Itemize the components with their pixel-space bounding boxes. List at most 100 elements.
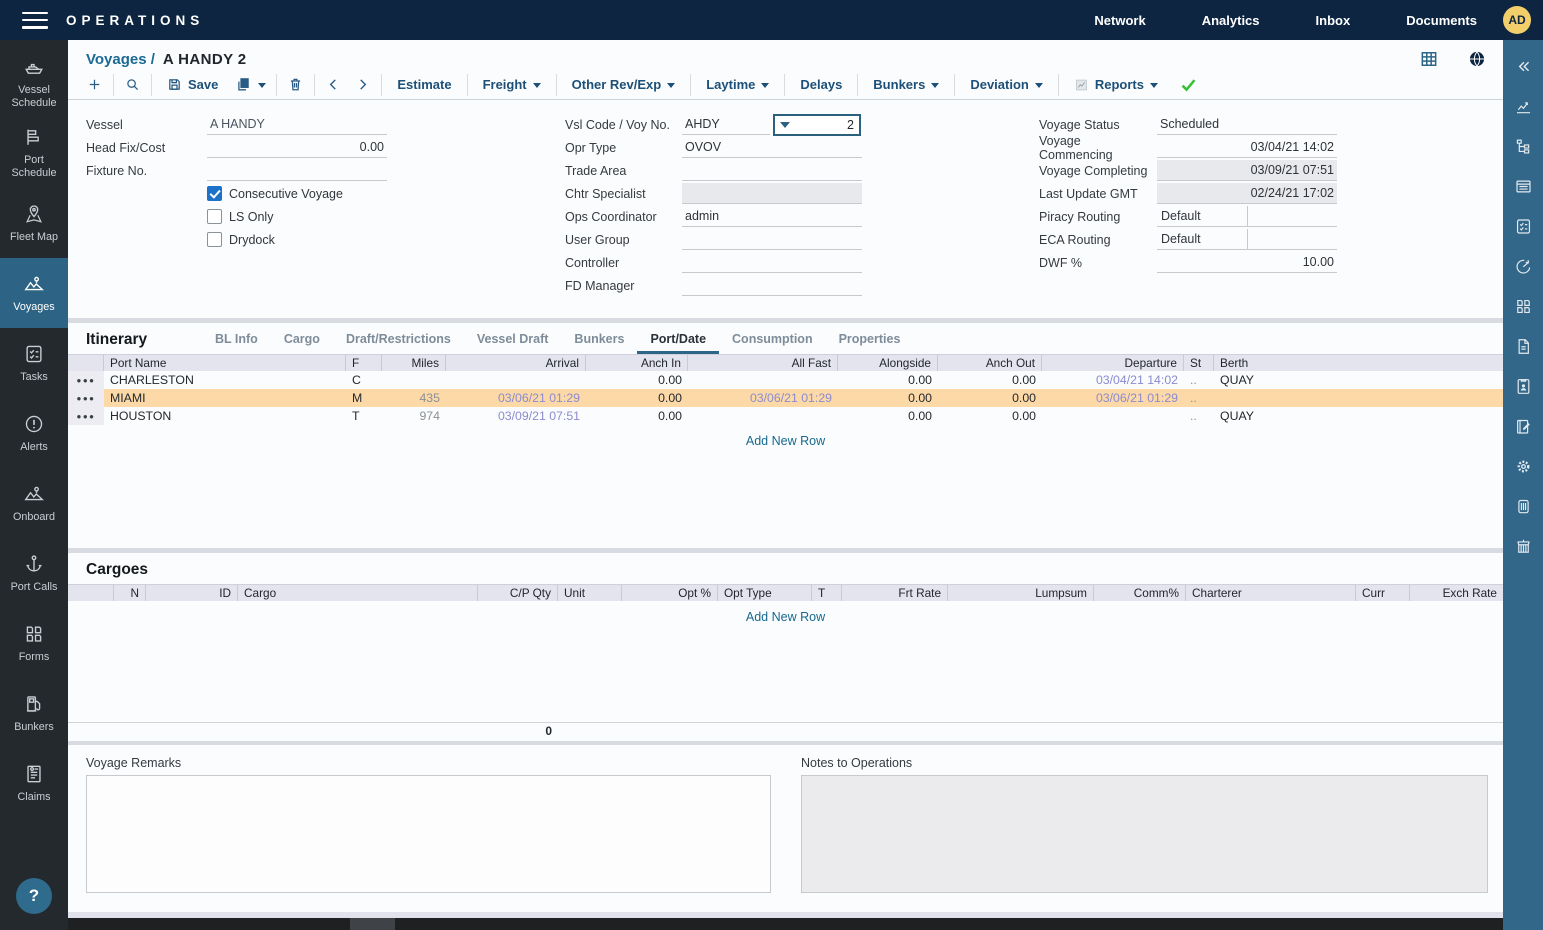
tab-consumption[interactable]: Consumption <box>719 332 826 354</box>
controller-field[interactable] <box>682 252 862 273</box>
opr-type-field[interactable]: OVOV <box>682 137 862 158</box>
delays-button[interactable]: Delays <box>789 77 853 92</box>
eca-routing-field[interactable]: Default <box>1157 229 1248 250</box>
sidebar-item-alerts[interactable]: Alerts <box>0 398 68 468</box>
cell-port_name[interactable]: MIAMI <box>104 391 346 405</box>
vessel-field[interactable]: A HANDY <box>207 114 387 135</box>
rail-document-icon[interactable] <box>1503 328 1543 368</box>
sidebar-item-port-calls[interactable]: Port Calls <box>0 538 68 608</box>
cell-berth[interactable]: QUAY <box>1214 373 1503 387</box>
commencing-field[interactable]: 03/04/21 14:02 <box>1157 137 1337 158</box>
tab-port-date[interactable]: Port/Date <box>637 332 719 354</box>
rail-contact-card-icon[interactable] <box>1503 368 1543 408</box>
cell-f[interactable]: M <box>346 391 382 405</box>
ops-coordinator-field[interactable]: admin <box>682 206 862 227</box>
cell-miles[interactable]: 974 <box>382 409 446 423</box>
fixture-no-field[interactable] <box>207 160 387 181</box>
cell-anch_out[interactable]: 0.00 <box>938 373 1042 387</box>
rail-notebook-edit-icon[interactable] <box>1503 408 1543 448</box>
rail-analytics-icon[interactable] <box>1503 88 1543 128</box>
rail-gauge-icon[interactable] <box>1503 248 1543 288</box>
cargoes-add-row-link[interactable]: Add New Row <box>68 610 1503 624</box>
cell-st[interactable]: .. <box>1184 409 1214 423</box>
cell-arrival[interactable]: 03/09/21 07:51 <box>446 409 586 423</box>
nav-network[interactable]: Network <box>1094 13 1145 28</box>
sidebar-item-tasks[interactable]: Tasks <box>0 328 68 398</box>
rail-forms-icon[interactable] <box>1503 288 1543 328</box>
cell-st[interactable]: .. <box>1184 373 1214 387</box>
consecutive-voyage-checkbox[interactable] <box>207 186 222 201</box>
notes-to-operations-textarea[interactable] <box>801 775 1488 893</box>
rail-grid-form-icon[interactable] <box>1503 168 1543 208</box>
nav-analytics[interactable]: Analytics <box>1202 13 1260 28</box>
hamburger-menu-icon[interactable] <box>22 12 48 29</box>
sidebar-item-bunkers[interactable]: Bunkers <box>0 678 68 748</box>
cell-anch_in[interactable]: 0.00 <box>586 373 688 387</box>
tab-draft-restrictions[interactable]: Draft/Restrictions <box>333 332 464 354</box>
nav-documents[interactable]: Documents <box>1406 13 1477 28</box>
globe-icon[interactable] <box>1467 49 1487 69</box>
other-rev-exp-menu-button[interactable]: Other Rev/Exp <box>561 77 687 92</box>
voyage-remarks-textarea[interactable] <box>86 775 771 893</box>
rail-gear-icon[interactable] <box>1503 448 1543 488</box>
sidebar-item-claims[interactable]: Claims <box>0 748 68 818</box>
tab-vessel-draft[interactable]: Vessel Draft <box>464 332 562 354</box>
checkbox-ls-only[interactable]: LS Only <box>207 205 387 228</box>
tab-cargo[interactable]: Cargo <box>271 332 333 354</box>
reports-menu-button[interactable]: Reports <box>1063 77 1169 92</box>
cell-st[interactable]: .. <box>1184 391 1214 405</box>
cell-miles[interactable]: 435 <box>382 391 446 405</box>
cell-anch_in[interactable]: 0.00 <box>586 391 688 405</box>
eca-routing-field-2[interactable] <box>1248 229 1338 250</box>
voyage-status-field[interactable]: Scheduled <box>1157 114 1337 135</box>
cell-alongside[interactable]: 0.00 <box>838 391 938 405</box>
cell-f[interactable]: C <box>346 373 382 387</box>
trade-area-field[interactable] <box>682 160 862 181</box>
cell-anch_out[interactable]: 0.00 <box>938 409 1042 423</box>
next-voyage-button[interactable] <box>348 72 377 98</box>
delete-icon[interactable] <box>281 72 310 98</box>
ls-only-checkbox[interactable] <box>207 209 222 224</box>
scrollbar-thumb[interactable] <box>350 918 395 930</box>
laytime-menu-button[interactable]: Laytime <box>695 77 780 92</box>
sidebar-item-fleet-map[interactable]: Fleet Map <box>0 188 68 258</box>
cell-anch_in[interactable]: 0.00 <box>586 409 688 423</box>
breadcrumb-voyages-link[interactable]: Voyages / <box>86 51 155 68</box>
dwf-field[interactable]: 10.00 <box>1157 252 1337 273</box>
cell-berth[interactable]: QUAY <box>1214 409 1503 423</box>
cell-f[interactable]: T <box>346 409 382 423</box>
rail-container-icon[interactable] <box>1503 528 1543 568</box>
voy-no-dropdown[interactable]: 2 <box>773 114 861 136</box>
grid-view-icon[interactable] <box>1419 49 1439 69</box>
sidebar-item-voyages[interactable]: Voyages <box>0 258 68 328</box>
bunkers-menu-button[interactable]: Bunkers <box>862 77 950 92</box>
sidebar-item-forms[interactable]: Forms <box>0 608 68 678</box>
user-avatar[interactable]: AD <box>1503 6 1531 34</box>
cell-departure[interactable]: 03/04/21 14:02 <box>1042 373 1184 387</box>
sidebar-item-onboard[interactable]: Onboard <box>0 468 68 538</box>
cell-alongside[interactable]: 0.00 <box>838 409 938 423</box>
help-button[interactable]: ? <box>16 878 52 914</box>
copy-dropdown-button[interactable] <box>229 72 272 98</box>
cell-port_name[interactable]: HOUSTON <box>104 409 346 423</box>
checkbox-consecutive-voyage[interactable]: Consecutive Voyage <box>207 182 387 205</box>
search-icon[interactable] <box>118 72 147 98</box>
tab-properties[interactable]: Properties <box>826 332 914 354</box>
sidebar-item-vessel-schedule[interactable]: Vessel Schedule <box>0 48 68 118</box>
tab-bunkers[interactable]: Bunkers <box>561 332 637 354</box>
prev-voyage-button[interactable] <box>319 72 348 98</box>
vsl-code-field[interactable]: AHDY <box>682 114 770 135</box>
deviation-menu-button[interactable]: Deviation <box>959 77 1054 92</box>
itinerary-add-row-link[interactable]: Add New Row <box>68 434 1503 448</box>
tab-bl-info[interactable]: BL Info <box>202 332 271 354</box>
row-menu-icon[interactable]: ●●● <box>68 371 104 389</box>
rail-collapse-icon[interactable] <box>1503 48 1543 88</box>
cell-anch_out[interactable]: 0.00 <box>938 391 1042 405</box>
save-button[interactable]: Save <box>156 77 229 92</box>
sidebar-item-port-schedule[interactable]: Port Schedule <box>0 118 68 188</box>
row-menu-icon[interactable]: ●●● <box>68 407 104 425</box>
add-button[interactable] <box>80 72 109 98</box>
row-menu-icon[interactable]: ●●● <box>68 389 104 407</box>
piracy-routing-field-2[interactable] <box>1248 206 1338 227</box>
checkbox-drydock[interactable]: Drydock <box>207 228 387 251</box>
